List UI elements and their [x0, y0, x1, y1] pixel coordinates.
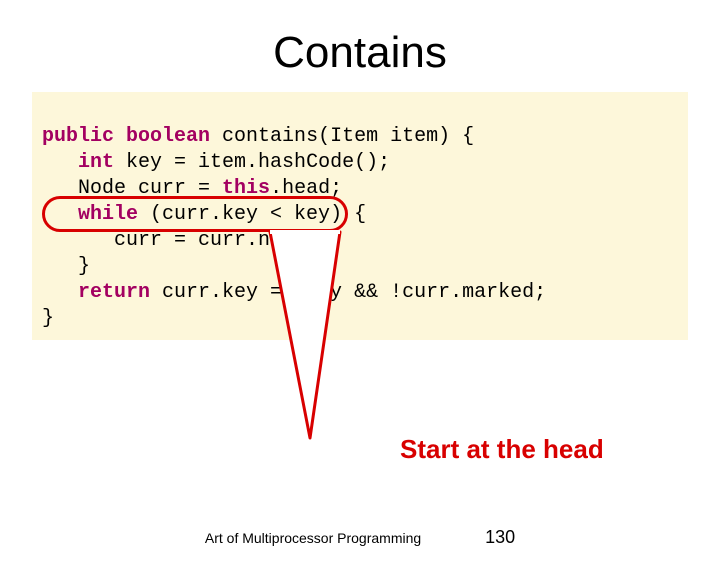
- keyword-return: return: [78, 281, 150, 304]
- code-line7-rest: curr.key == key && !curr.marked;: [150, 281, 546, 304]
- slide-footer: Art of Multiprocessor Programming 130: [0, 527, 720, 548]
- slide-title: Contains: [0, 28, 720, 78]
- highlight-oval: [42, 196, 348, 232]
- page-number: 130: [485, 527, 515, 548]
- code-line6: }: [78, 255, 90, 278]
- code-sig-rest: contains(Item item) {: [210, 125, 474, 148]
- keyword-public: public: [42, 125, 114, 148]
- code-line8: }: [42, 307, 54, 330]
- footer-text: Art of Multiprocessor Programming: [205, 530, 421, 546]
- annotation-text: Start at the head: [400, 434, 604, 465]
- keyword-int: int: [78, 151, 114, 174]
- code-line2-rest: key = item.hashCode();: [114, 151, 390, 174]
- keyword-boolean: boolean: [126, 125, 210, 148]
- code-line5: curr = curr.next;: [114, 229, 318, 252]
